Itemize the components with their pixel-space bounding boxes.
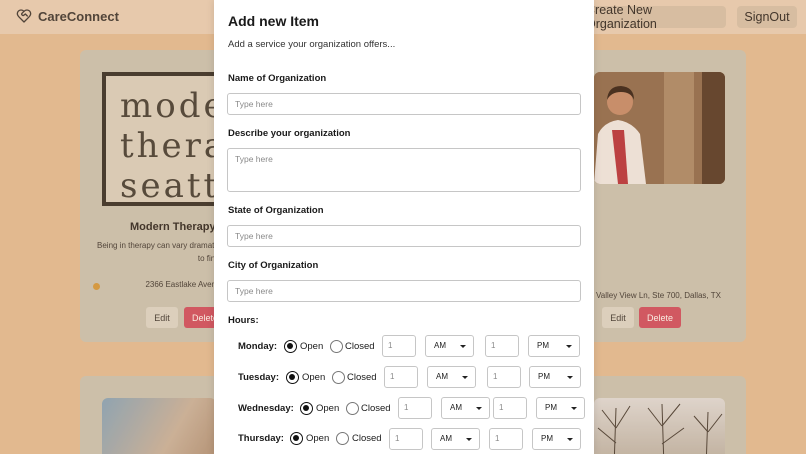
- open-radio[interactable]: [300, 402, 313, 415]
- city-label: City of Organization: [228, 260, 319, 271]
- closed-radio-label: Closed: [347, 372, 377, 383]
- close-ampm-select[interactable]: PM: [532, 428, 581, 450]
- caret-down-icon: [462, 376, 468, 379]
- day-label: Monday:: [238, 341, 278, 352]
- close-ampm-value: PM: [538, 372, 550, 381]
- close-ampm-value: PM: [541, 434, 553, 443]
- caret-down-icon: [567, 376, 573, 379]
- open-radio[interactable]: [284, 340, 297, 353]
- organization-city-input[interactable]: [227, 280, 581, 302]
- open-radio-label: Open: [316, 403, 340, 414]
- close-ampm-value: PM: [537, 341, 549, 350]
- closed-radio-label: Closed: [361, 403, 391, 414]
- closed-radio-label: Closed: [345, 341, 375, 352]
- day-label: Wednesday:: [238, 403, 294, 414]
- close-hour-input[interactable]: 1: [487, 366, 521, 388]
- organization-description-textarea[interactable]: [227, 148, 581, 192]
- close-ampm-select[interactable]: PM: [529, 366, 581, 388]
- close-ampm-select[interactable]: PM: [528, 335, 580, 357]
- close-ampm-select[interactable]: PM: [536, 397, 585, 419]
- closed-radio[interactable]: [346, 402, 359, 415]
- closed-radio-label: Closed: [352, 433, 382, 444]
- caret-down-icon: [476, 407, 482, 410]
- open-hour-input[interactable]: 1: [384, 366, 418, 388]
- modal-subtitle: Add a service your organization offers..…: [228, 39, 396, 50]
- open-hour-input[interactable]: 1: [389, 428, 423, 450]
- closed-radio[interactable]: [336, 432, 349, 445]
- organization-state-input[interactable]: [227, 225, 581, 247]
- open-ampm-select[interactable]: AM: [427, 366, 476, 388]
- caret-down-icon: [466, 438, 472, 441]
- open-hour-input[interactable]: 1: [382, 335, 416, 357]
- name-label: Name of Organization: [228, 73, 327, 84]
- open-ampm-select[interactable]: AM: [431, 428, 480, 450]
- describe-label: Describe your organization: [228, 128, 351, 139]
- close-hour-input[interactable]: 1: [489, 428, 523, 450]
- open-hour-input[interactable]: 1: [398, 397, 432, 419]
- day-label: Tuesday:: [238, 372, 280, 383]
- closed-radio[interactable]: [330, 340, 343, 353]
- close-hour-input[interactable]: 1: [485, 335, 519, 357]
- open-ampm-value: AM: [436, 372, 448, 381]
- caret-down-icon: [566, 345, 572, 348]
- hours-label: Hours:: [228, 315, 259, 326]
- state-label: State of Organization: [228, 205, 324, 216]
- caret-down-icon: [571, 407, 577, 410]
- close-hour-input[interactable]: 1: [493, 397, 527, 419]
- open-radio[interactable]: [286, 371, 299, 384]
- day-label: Thursday:: [238, 433, 284, 444]
- open-ampm-value: AM: [440, 434, 452, 443]
- open-ampm-value: AM: [434, 341, 446, 350]
- open-ampm-value: AM: [450, 403, 462, 412]
- open-ampm-select[interactable]: AM: [441, 397, 490, 419]
- organization-name-input[interactable]: [227, 93, 581, 115]
- caret-down-icon: [567, 438, 573, 441]
- open-radio-label: Open: [302, 372, 326, 383]
- open-radio-label: Open: [306, 433, 330, 444]
- open-ampm-select[interactable]: AM: [425, 335, 474, 357]
- modal-title: Add new Item: [228, 13, 320, 29]
- closed-radio[interactable]: [332, 371, 345, 384]
- close-ampm-value: PM: [545, 403, 557, 412]
- add-item-modal: Add new Item Add a service your organiza…: [214, 0, 594, 454]
- open-radio-label: Open: [300, 341, 324, 352]
- caret-down-icon: [460, 345, 466, 348]
- open-radio[interactable]: [290, 432, 303, 445]
